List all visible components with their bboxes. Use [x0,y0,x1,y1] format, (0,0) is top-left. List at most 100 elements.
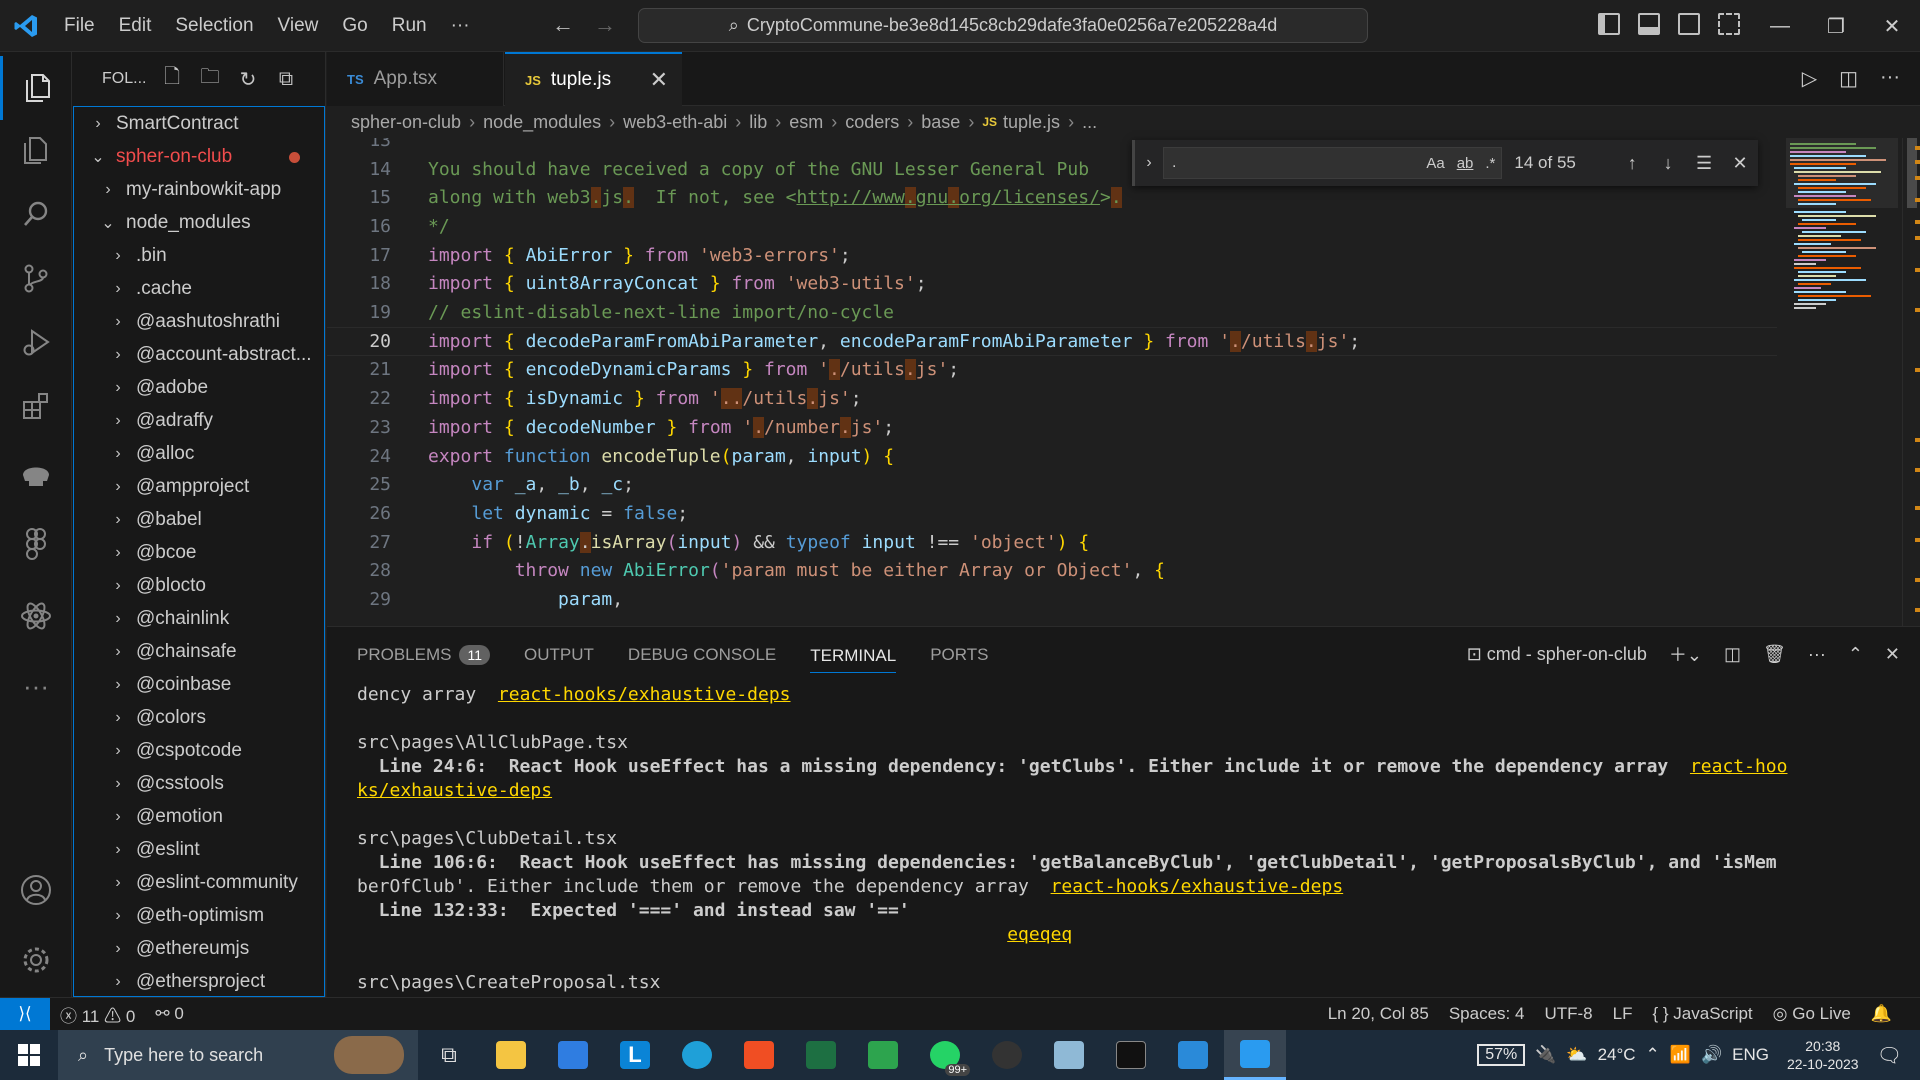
settings-gear-icon[interactable] [0,928,72,992]
terminal-rule-link[interactable]: ks/exhaustive-deps [357,780,552,801]
forward-arrow-icon[interactable]: → [594,12,616,38]
end-of-line[interactable]: LF [1603,1004,1643,1024]
menu-go[interactable]: Go [330,15,379,37]
terminal-output[interactable]: dency array react-hooks/exhaustive-deps s… [357,683,1897,995]
tree-item[interactable]: › @ethersproject [74,965,324,996]
tree-item[interactable]: › SmartContract [74,107,324,140]
terminal-rule-link[interactable]: react-hoo [1690,756,1788,777]
breadcrumb-item[interactable]: base [921,112,960,133]
breadcrumb-item[interactable]: web3-eth-abi [623,112,727,133]
menu-view[interactable]: View [266,15,331,37]
task-view-icon[interactable]: ⧉ [418,1030,480,1080]
tree-item[interactable]: › @chainsafe [74,635,324,668]
weather-icon[interactable]: ⛅ [1566,1045,1587,1065]
file-explorer-icon[interactable] [480,1030,542,1080]
tree-item[interactable]: › @chainlink [74,602,324,635]
app-dark-icon[interactable] [976,1030,1038,1080]
problems-status[interactable]: ⓧ 11 ⚠ 0 [50,1002,145,1027]
breadcrumb-item[interactable]: node_modules [483,112,601,133]
tree-item[interactable]: ⌄ node_modules [74,206,324,239]
excel-icon[interactable] [790,1030,852,1080]
toggle-secondary-sidebar-icon[interactable] [1678,13,1700,35]
tree-item[interactable]: › @eslint-community [74,866,324,899]
code-editor[interactable]: 13 14 You should have received a copy of … [327,138,1920,626]
more-actions-icon[interactable]: ··· [1880,66,1900,91]
tree-item[interactable]: › @adraffy [74,404,324,437]
more-actions-icon[interactable]: ··· [1808,644,1826,665]
vscode-taskbar-icon[interactable] [1224,1030,1286,1080]
kill-terminal-icon[interactable]: 🗑 [1763,644,1786,665]
react-icon[interactable] [0,584,72,648]
whatsapp-icon[interactable]: 99+ [914,1030,976,1080]
close-panel-icon[interactable]: ✕ [1885,644,1900,665]
tree-item[interactable]: › @alloc [74,437,324,470]
remote-explorer-icon[interactable] [0,442,72,506]
notifications-bell-icon[interactable]: 🔔 [1861,1004,1902,1024]
search-icon[interactable] [0,182,72,246]
restore-icon[interactable]: ❐ [1808,0,1864,52]
regex-toggle[interactable]: .* [1485,155,1495,172]
tree-item[interactable]: › @eslint [74,833,324,866]
tab-problems[interactable]: PROBLEMS 11 [357,645,491,665]
taskbar-search[interactable]: ⌕ Type here to search [58,1030,418,1080]
tab-ports[interactable]: PORTS [930,645,988,665]
ports-status[interactable]: ⚯ 0 [145,1004,193,1024]
menu-edit[interactable]: Edit [107,15,164,37]
tab-tuple-js[interactable]: JS tuple.js ✕ [505,52,682,106]
input-language[interactable]: ENG [1732,1045,1769,1065]
notes-app-icon[interactable] [1038,1030,1100,1080]
notification-center-icon[interactable]: 🗨 [1877,1043,1902,1068]
match-case-toggle[interactable]: Aa [1426,155,1444,172]
close-window-icon[interactable]: ✕ [1864,0,1920,52]
stocks-app-icon[interactable] [852,1030,914,1080]
tree-item[interactable]: › @aashutoshrathi [74,305,324,338]
whole-word-toggle[interactable]: ab [1457,155,1474,172]
breadcrumb-item[interactable]: tuple.js [1003,112,1060,133]
go-live-button[interactable]: ◎ Go Live [1763,1004,1861,1024]
remote-indicator-icon[interactable]: ⟩⟨ [0,997,50,1031]
tree-item[interactable]: › .bin [74,239,324,272]
maximize-panel-icon[interactable]: ⌃ [1848,644,1863,665]
breadcrumb-item[interactable]: esm [789,112,823,133]
breadcrumb-item[interactable]: lib [749,112,767,133]
editor-scrollbar[interactable] [1902,138,1920,626]
tab-output[interactable]: OUTPUT [524,645,594,665]
battery-indicator[interactable]: 57% [1477,1044,1526,1066]
terminal-rule-link[interactable]: react-hooks/exhaustive-deps [498,684,791,705]
new-file-icon[interactable]: 🗋 [160,66,184,90]
network-icon[interactable]: 📶 [1670,1045,1691,1065]
refresh-icon[interactable]: ↻ [236,68,260,91]
windows-start-icon[interactable] [0,1044,58,1066]
breadcrumb-item[interactable]: coders [845,112,899,133]
split-terminal-icon[interactable]: ◫ [1724,644,1741,665]
indentation[interactable]: Spaces: 4 [1439,1004,1535,1024]
menu-file[interactable]: File [52,15,107,37]
volume-icon[interactable]: 🔊 [1701,1045,1722,1065]
split-editor-icon[interactable]: ◫ [1839,66,1858,91]
tree-item[interactable]: › @eth-optimism [74,899,324,932]
breadcrumb-item[interactable]: ... [1082,112,1097,133]
breadcrumb-item[interactable]: spher-on-club [351,112,461,133]
run-file-icon[interactable]: ▷ [1802,66,1817,91]
extensions-icon[interactable] [0,374,72,438]
tab-debug-console[interactable]: DEBUG CONSOLE [628,645,776,665]
find-in-selection-icon[interactable]: ☰ [1686,153,1722,174]
collapse-all-icon[interactable]: ⧉ [274,68,298,90]
tree-item[interactable]: › .cache [74,272,324,305]
accounts-icon[interactable] [0,858,72,922]
clock[interactable]: 20:38 22-10-2023 [1787,1037,1859,1073]
tree-item[interactable]: › @blocto [74,569,324,602]
explorer-icon[interactable] [0,56,72,120]
minimize-icon[interactable]: — [1752,0,1808,52]
language-mode[interactable]: { } JavaScript [1642,1004,1762,1024]
menu-run[interactable]: Run [380,15,439,37]
command-center[interactable]: ⌕ CryptoCommune-be3e8d145c8cb29dafe3fa0e… [638,8,1368,43]
figma-icon[interactable] [0,512,72,576]
new-folder-icon[interactable]: 🗀 [198,66,222,90]
terminal-rule-link[interactable]: eqeqeq [1007,924,1072,945]
tree-item[interactable]: › my-rainbowkit-app [74,173,324,206]
minimap[interactable] [1786,138,1902,626]
encoding[interactable]: UTF-8 [1534,1004,1602,1024]
previous-match-icon[interactable]: ↑ [1614,153,1650,174]
show-hidden-icons-icon[interactable]: ⌃ [1646,1045,1660,1065]
